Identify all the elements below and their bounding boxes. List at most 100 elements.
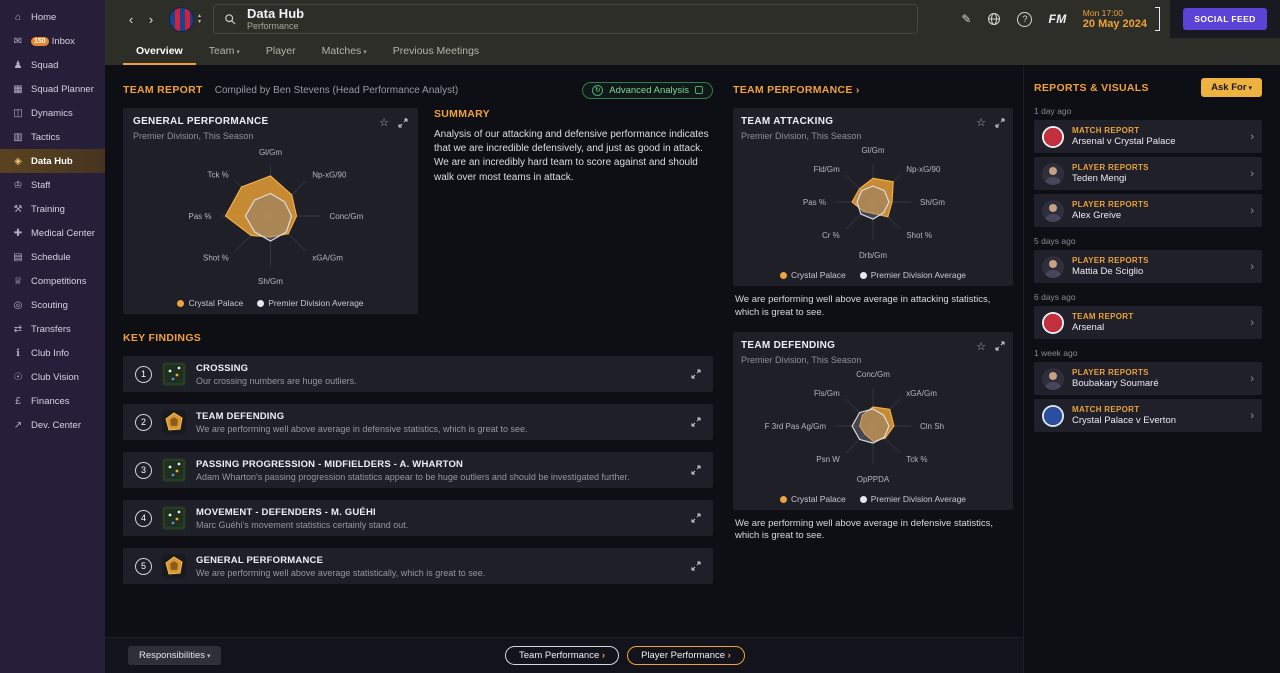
sidebar-item-dev-center[interactable]: ↗ Dev. Center	[0, 413, 105, 437]
sidebar-item-club-info[interactable]: ℹ Club Info	[0, 341, 105, 365]
card-subtitle: Premier Division, This Season	[741, 354, 862, 365]
chevron-down-icon[interactable]	[198, 19, 201, 25]
sidebar-item-schedule[interactable]: ▤ Schedule	[0, 245, 105, 269]
expand-icon[interactable]	[691, 465, 701, 475]
radar-axis-label: Tck %	[207, 170, 228, 179]
report-item-alex-greive[interactable]: PLAYER REPORTS Alex Greive	[1034, 194, 1262, 227]
screen-switcher[interactable]	[198, 13, 201, 25]
radar-axis-label: Fls/Gm	[814, 388, 840, 397]
help-icon[interactable]	[1017, 11, 1033, 27]
chart-legend: Crystal Palace Premier Division Average	[741, 494, 1005, 504]
player-performance-button[interactable]: Player Performance	[627, 646, 745, 665]
team-performance-header[interactable]: TEAM PERFORMANCE	[733, 80, 1013, 100]
sidebar-item-label: Data Hub	[31, 155, 73, 167]
key-finding-row[interactable]: 4 MOVEMENT - DEFENDERS - M. GUÉHI Marc G…	[123, 500, 713, 536]
card-subtitle: Premier Division, This Season	[741, 131, 862, 141]
favourite-star-icon[interactable]	[379, 116, 389, 129]
sidebar: ⌂ Home ✉ 150 Inbox ♟ Squad ▦ Squad Plann…	[0, 0, 105, 673]
transfers-icon: ⇄	[13, 323, 23, 335]
legend-dot-crystal-palace	[177, 300, 185, 307]
tab-player[interactable]: Player	[253, 38, 309, 65]
sidebar-item-transfers[interactable]: ⇄ Transfers	[0, 317, 105, 341]
report-kind: PLAYER REPORTS	[1072, 163, 1149, 172]
report-item-crystal-palace-v-everton[interactable]: MATCH REPORT Crystal Palace v Everton	[1034, 399, 1262, 432]
advanced-analysis-button[interactable]: Advanced Analysis	[582, 81, 713, 99]
tab-overview[interactable]: Overview	[123, 38, 196, 65]
tab-matches[interactable]: Matches	[309, 38, 380, 65]
key-findings-title: KEY FINDINGS	[123, 332, 202, 344]
squad-planner-icon: ▦	[13, 83, 23, 95]
key-finding-row[interactable]: 3 PASSING PROGRESSION - MIDFIELDERS - A.…	[123, 452, 713, 488]
expand-icon[interactable]	[691, 417, 701, 427]
report-item-boubakary-soumar[interactable]: PLAYER REPORTS Boubakary Soumaré	[1034, 362, 1262, 395]
card-header: TEAM DEFENDING	[741, 340, 1005, 353]
globe-icon[interactable]	[987, 12, 1001, 26]
sidebar-item-tactics[interactable]: ▥ Tactics	[0, 125, 105, 149]
sidebar-item-club-vision[interactable]: ☉ Club Vision	[0, 365, 105, 389]
pitch-thumbnail-icon	[162, 458, 186, 482]
report-item-teden-mengi[interactable]: PLAYER REPORTS Teden Mengi	[1034, 157, 1262, 190]
tab-previous-meetings[interactable]: Previous Meetings	[380, 38, 492, 65]
sidebar-item-home[interactable]: ⌂ Home	[0, 5, 105, 29]
report-name: Teden Mengi	[1072, 173, 1127, 184]
crystal-palace-crest-icon[interactable]	[169, 6, 194, 32]
sidebar-item-medical-center[interactable]: ✚ Medical Center	[0, 221, 105, 245]
defending-note: We are performing well above average in …	[735, 517, 994, 542]
sidebar-item-label: Transfers	[31, 323, 71, 335]
sidebar-item-dynamics[interactable]: ◫ Dynamics	[0, 101, 105, 125]
sidebar-item-training[interactable]: ⚒ Training	[0, 197, 105, 221]
key-finding-row[interactable]: 2 TEAM DEFENDING We are performing well …	[123, 404, 713, 440]
sidebar-item-squad[interactable]: ♟ Squad	[0, 53, 105, 77]
responsibilities-button[interactable]: Responsibilities	[128, 646, 222, 665]
sidebar-item-label: Medical Center	[31, 227, 95, 239]
expand-icon[interactable]	[691, 513, 701, 523]
card-title: TEAM ATTACKING	[741, 116, 834, 127]
radar-axis-label: xGA/Gm	[312, 254, 343, 263]
team-performance-button[interactable]: Team Performance	[505, 646, 620, 665]
chart-legend: Crystal Palace Premier Division Average	[133, 298, 408, 308]
radar-axis-label: Fld/Gm	[814, 165, 841, 174]
edit-icon[interactable]	[961, 12, 971, 26]
player-avatar-icon	[1042, 199, 1064, 222]
radar-thumbnail-icon	[162, 554, 186, 578]
expand-icon[interactable]	[995, 341, 1005, 351]
radar-axis-label: Psn W	[816, 455, 840, 464]
key-finding-row[interactable]: 5 GENERAL PERFORMANCE We are performing …	[123, 548, 713, 584]
team-performance-link[interactable]: TEAM PERFORMANCE	[733, 84, 860, 96]
continue-date-button[interactable]: Mon 17:00 20 May 2024	[1083, 8, 1147, 30]
finding-number: 4	[135, 509, 152, 527]
sidebar-item-label: Dynamics	[31, 107, 73, 119]
key-finding-row[interactable]: 1 CROSSING Our crossing numbers are huge…	[123, 356, 713, 392]
expand-icon[interactable]	[398, 117, 408, 128]
sidebar-item-scouting[interactable]: ◎ Scouting	[0, 293, 105, 317]
legend-item: Premier Division Average	[257, 298, 364, 308]
expand-icon[interactable]	[691, 561, 701, 571]
expand-icon[interactable]	[995, 117, 1005, 128]
sidebar-item-label: Club Vision	[31, 371, 79, 383]
sidebar-item-finances[interactable]: £ Finances	[0, 389, 105, 413]
ask-for-button[interactable]: Ask For	[1201, 78, 1262, 97]
forward-button[interactable]	[141, 8, 161, 30]
inbox-icon: ✉	[13, 35, 23, 47]
expand-icon[interactable]	[691, 369, 701, 379]
report-item-mattia-de-sciglio[interactable]: PLAYER REPORTS Mattia De Sciglio	[1034, 250, 1262, 283]
title-search-field[interactable]: Data Hub Performance	[213, 4, 919, 34]
sidebar-item-staff[interactable]: ♔ Staff	[0, 173, 105, 197]
radar-axis-label: F 3rd Pas Ag/Gm	[765, 422, 827, 431]
sidebar-item-squad-planner[interactable]: ▦ Squad Planner	[0, 77, 105, 101]
sidebar-item-inbox[interactable]: ✉ 150 Inbox	[0, 29, 105, 53]
favourite-star-icon[interactable]	[976, 116, 986, 129]
tab-team[interactable]: Team	[196, 38, 253, 65]
report-item-arsenal-v-crystal-palace[interactable]: MATCH REPORT Arsenal v Crystal Palace	[1034, 120, 1262, 153]
finding-text: MOVEMENT - DEFENDERS - M. GUÉHI Marc Gué…	[196, 507, 408, 530]
report-item-arsenal[interactable]: TEAM REPORT Arsenal	[1034, 306, 1262, 339]
finding-desc: We are performing well above average in …	[196, 423, 528, 434]
sidebar-item-data-hub[interactable]: ◈ Data Hub	[0, 149, 105, 173]
finding-title: GENERAL PERFORMANCE	[196, 554, 324, 566]
report-scroll-area: TEAM REPORT Compiled by Ben Stevens (Hea…	[105, 66, 1023, 637]
favourite-star-icon[interactable]	[976, 340, 986, 353]
card-actions	[976, 116, 1005, 129]
sidebar-item-competitions[interactable]: ♕ Competitions	[0, 269, 105, 293]
back-button[interactable]	[121, 8, 141, 30]
social-feed-button[interactable]: SOCIAL FEED	[1183, 8, 1267, 30]
